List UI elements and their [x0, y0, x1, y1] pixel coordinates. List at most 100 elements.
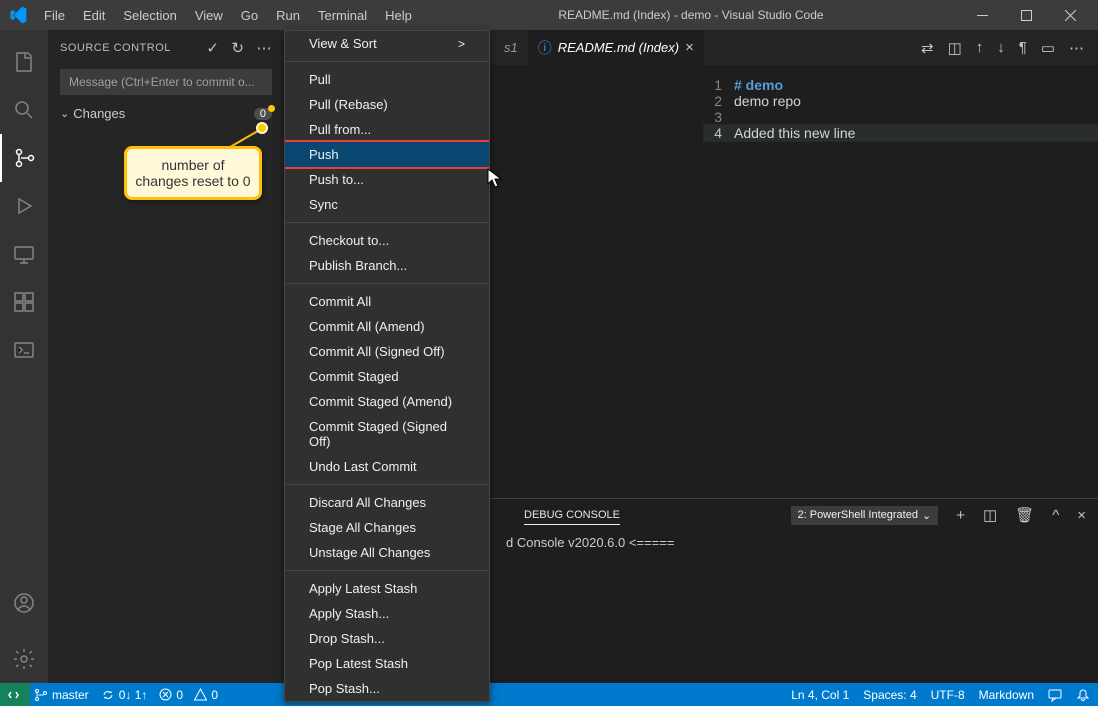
- commit-message-input[interactable]: Message (Ctrl+Enter to commit o...: [60, 69, 272, 95]
- menu-item-publish-branch[interactable]: Publish Branch...: [285, 253, 489, 278]
- menu-item-stash[interactable]: Stash: [285, 701, 489, 702]
- terminal-dropdown[interactable]: 2: PowerShell Integrated ⌄: [791, 506, 939, 525]
- editor-line[interactable]: 4Added this new line: [704, 125, 1098, 141]
- tab-label: README.md (Index): [558, 40, 679, 55]
- menu-item-commit-all-amend[interactable]: Commit All (Amend): [285, 314, 489, 339]
- sidebar-title: SOURCE CONTROL: [60, 42, 206, 54]
- changes-count-badge: 0: [254, 108, 272, 120]
- minimize-button[interactable]: [962, 0, 1002, 30]
- menu-item-discard-all-changes[interactable]: Discard All Changes: [285, 490, 489, 515]
- indent-indicator[interactable]: Spaces: 4: [863, 688, 916, 702]
- source-control-icon[interactable]: [0, 134, 48, 182]
- extensions-icon[interactable]: [0, 278, 48, 326]
- editor-content[interactable]: 1# demo2demo repo34Added this new line: [704, 65, 1098, 498]
- changes-section[interactable]: ⌄ Changes 0: [48, 103, 284, 124]
- menu-item-drop-stash[interactable]: Drop Stash...: [285, 626, 489, 651]
- problems-indicator[interactable]: 0 0: [159, 688, 218, 702]
- settings-gear-icon[interactable]: [0, 635, 48, 683]
- menu-item-commit-staged[interactable]: Commit Staged: [285, 364, 489, 389]
- menu-item-pop-stash[interactable]: Pop Stash...: [285, 676, 489, 701]
- line-number: 2: [704, 93, 734, 109]
- menu-item-commit-staged-amend[interactable]: Commit Staged (Amend): [285, 389, 489, 414]
- editor-line[interactable]: 1# demo: [704, 77, 1098, 93]
- editor-line[interactable]: 2demo repo: [704, 93, 1098, 109]
- new-terminal-icon[interactable]: +: [956, 507, 965, 524]
- menu-file[interactable]: File: [36, 4, 73, 27]
- menu-item-pull[interactable]: Pull: [285, 67, 489, 92]
- menu-item-pull-from[interactable]: Pull from...: [285, 117, 489, 142]
- split-editor-icon[interactable]: ◫: [948, 39, 962, 57]
- menu-edit[interactable]: Edit: [75, 4, 113, 27]
- more-actions-icon[interactable]: ⋯: [257, 39, 273, 57]
- activitybar: [0, 30, 48, 683]
- menu-item-view-sort[interactable]: View & Sort>: [285, 31, 489, 56]
- menu-item-unstage-all-changes[interactable]: Unstage All Changes: [285, 540, 489, 565]
- menu-item-commit-staged-signed-off[interactable]: Commit Staged (Signed Off): [285, 414, 489, 454]
- layout-icon[interactable]: ▭: [1041, 39, 1055, 57]
- maximize-button[interactable]: [1006, 0, 1046, 30]
- menu-run[interactable]: Run: [268, 4, 308, 27]
- menu-item-undo-last-commit[interactable]: Undo Last Commit: [285, 454, 489, 479]
- cursor-position[interactable]: Ln 4, Col 1: [791, 688, 849, 702]
- menu-terminal[interactable]: Terminal: [310, 4, 375, 27]
- window-title: README.md (Index) - demo - Visual Studio…: [420, 8, 962, 22]
- chevron-down-icon: ⌄: [922, 509, 931, 522]
- refresh-icon[interactable]: ↻: [231, 39, 244, 57]
- search-icon[interactable]: [0, 86, 48, 134]
- menu-separator: [285, 484, 489, 485]
- menu-item-apply-stash[interactable]: Apply Stash...: [285, 601, 489, 626]
- kill-terminal-icon[interactable]: 🗑: [1015, 506, 1034, 524]
- prev-change-icon[interactable]: ↑: [976, 39, 984, 57]
- editor-line[interactable]: 3: [704, 109, 1098, 125]
- annotation-callout: number of changes reset to 0: [124, 146, 262, 200]
- menu-separator: [285, 61, 489, 62]
- open-changes-icon[interactable]: ⇄: [921, 39, 934, 57]
- menu-item-push-to[interactable]: Push to...: [285, 167, 489, 192]
- menu-separator: [285, 283, 489, 284]
- tab-readme-index[interactable]: ⓘ README.md (Index) ×: [528, 30, 704, 65]
- branch-indicator[interactable]: master: [34, 688, 89, 702]
- remote-indicator[interactable]: [0, 683, 30, 706]
- run-debug-icon[interactable]: [0, 182, 48, 230]
- info-icon: ⓘ: [538, 38, 552, 58]
- powershell-icon[interactable]: [0, 326, 48, 374]
- menu-item-checkout-to[interactable]: Checkout to...: [285, 228, 489, 253]
- split-terminal-icon[interactable]: ◫: [983, 506, 997, 524]
- menu-selection[interactable]: Selection: [115, 4, 184, 27]
- menu-item-stage-all-changes[interactable]: Stage All Changes: [285, 515, 489, 540]
- vscode-logo-icon: [8, 5, 28, 25]
- menu-item-commit-all-signed-off[interactable]: Commit All (Signed Off): [285, 339, 489, 364]
- maximize-panel-icon[interactable]: ^: [1052, 507, 1059, 524]
- line-content: [734, 109, 1098, 125]
- close-button[interactable]: [1050, 0, 1090, 30]
- menu-item-apply-latest-stash[interactable]: Apply Latest Stash: [285, 576, 489, 601]
- menu-item-pull-rebase[interactable]: Pull (Rebase): [285, 92, 489, 117]
- encoding-indicator[interactable]: UTF-8: [931, 688, 965, 702]
- remote-explorer-icon[interactable]: [0, 230, 48, 278]
- explorer-icon[interactable]: [0, 38, 48, 86]
- menu-view[interactable]: View: [187, 4, 231, 27]
- menu-item-pop-latest-stash[interactable]: Pop Latest Stash: [285, 651, 489, 676]
- sync-indicator[interactable]: 0↓ 1↑: [101, 688, 148, 702]
- menu-go[interactable]: Go: [233, 4, 266, 27]
- feedback-icon[interactable]: [1048, 688, 1062, 702]
- menu-help[interactable]: Help: [377, 4, 420, 27]
- panel-tab-debug-console[interactable]: DEBUG CONSOLE: [524, 506, 620, 525]
- notifications-icon[interactable]: [1076, 688, 1090, 702]
- language-indicator[interactable]: Markdown: [979, 688, 1034, 702]
- whitespace-icon[interactable]: ¶: [1019, 39, 1027, 57]
- close-panel-icon[interactable]: ×: [1077, 507, 1086, 524]
- commit-check-icon[interactable]: ✓: [206, 39, 219, 57]
- source-control-sidebar: SOURCE CONTROL ✓ ↻ ⋯ Message (Ctrl+Enter…: [48, 30, 284, 683]
- menubar: File Edit Selection View Go Run Terminal…: [36, 4, 420, 27]
- next-change-icon[interactable]: ↓: [997, 39, 1005, 57]
- line-number: 4: [704, 125, 734, 141]
- chevron-down-icon: ⌄: [60, 107, 69, 120]
- menu-item-push[interactable]: Push: [284, 140, 490, 169]
- editor-more-icon[interactable]: ⋯: [1069, 39, 1084, 57]
- menu-item-commit-all[interactable]: Commit All: [285, 289, 489, 314]
- menu-item-sync[interactable]: Sync: [285, 192, 489, 217]
- line-content: Added this new line: [734, 125, 1098, 141]
- accounts-icon[interactable]: [0, 579, 48, 627]
- close-icon[interactable]: ×: [685, 39, 694, 56]
